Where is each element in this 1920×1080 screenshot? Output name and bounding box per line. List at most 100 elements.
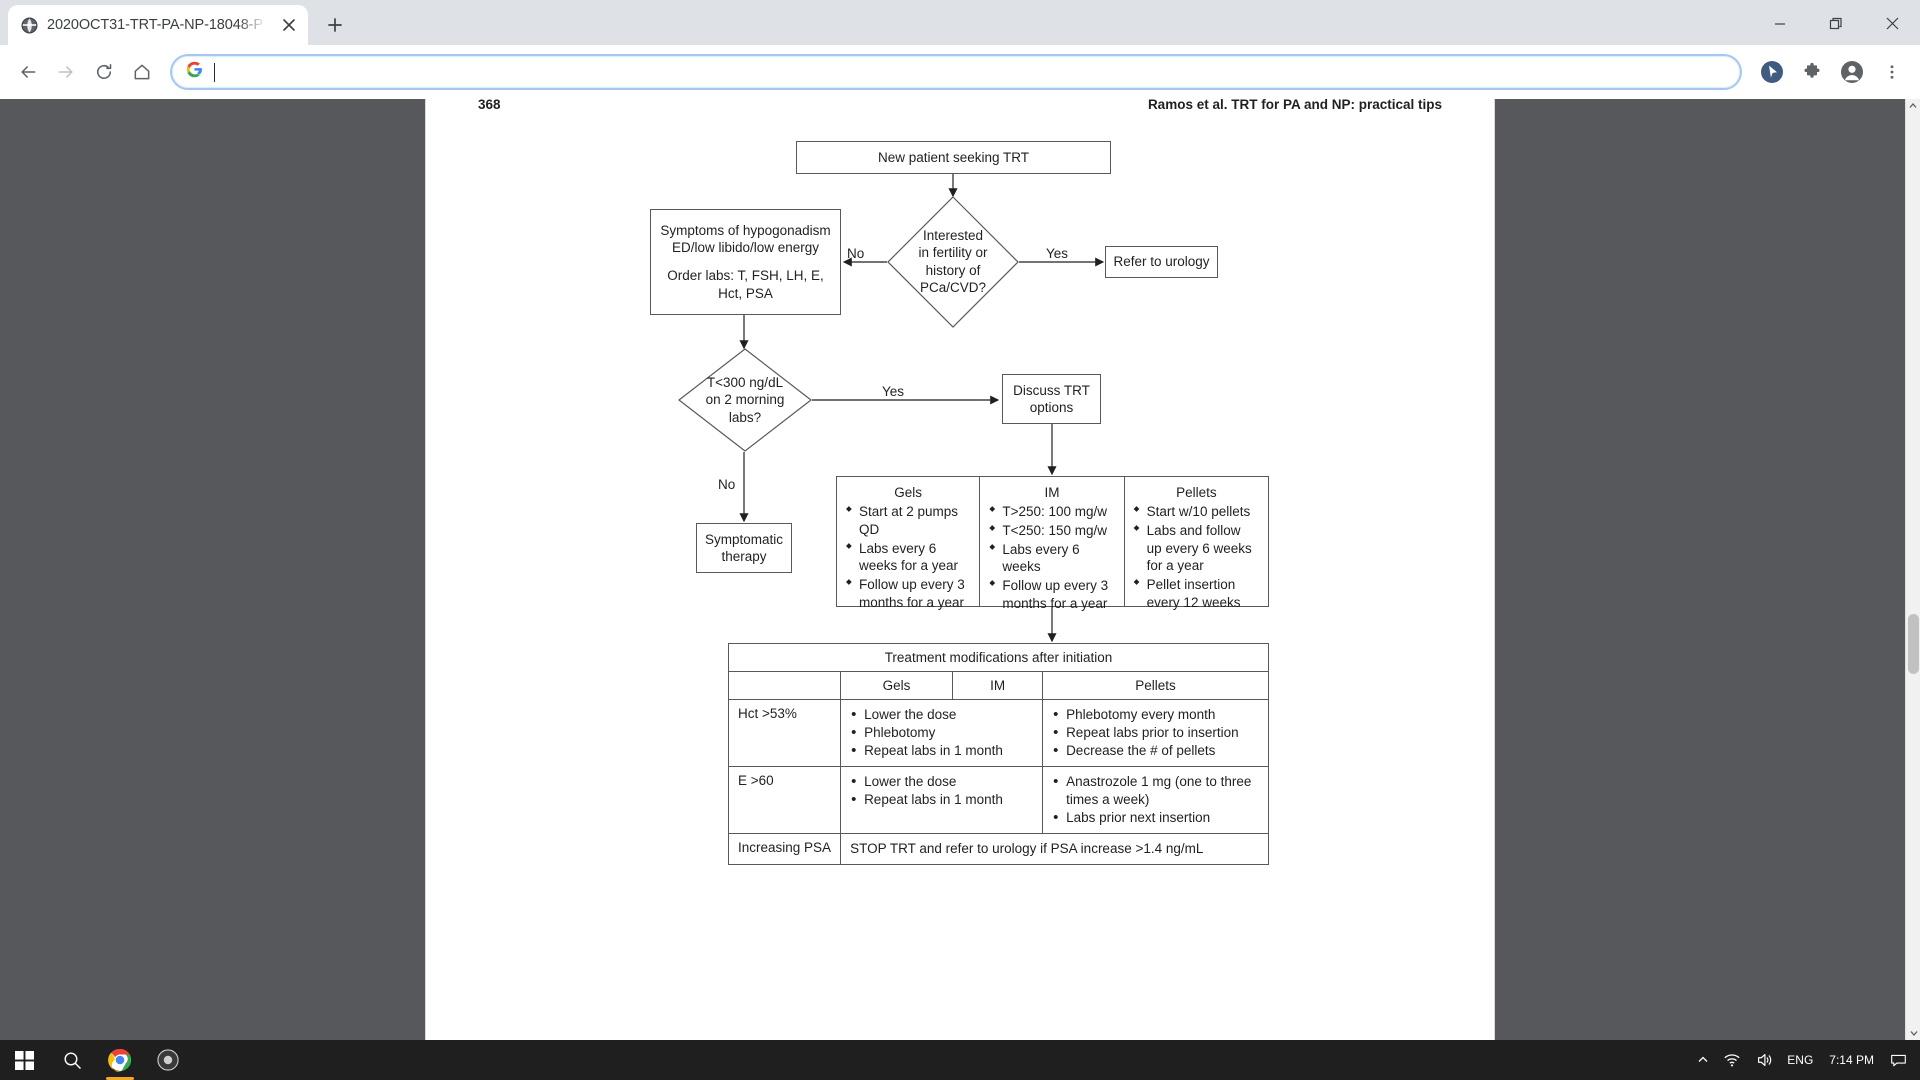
app-icon[interactable] xyxy=(144,1040,192,1080)
minimize-icon[interactable] xyxy=(1752,0,1808,47)
option-item: Start w/10 pellets xyxy=(1134,503,1259,521)
speaker-icon[interactable] xyxy=(1748,1040,1780,1080)
decision1-line-4: PCa/CVD? xyxy=(919,280,987,296)
globe-icon xyxy=(21,17,38,34)
row-psa-text: STOP TRT and refer to urology if PSA inc… xyxy=(840,832,1269,865)
cursor-extension-icon[interactable] xyxy=(1754,54,1790,90)
discuss-line-1: Discuss TRT xyxy=(1013,382,1090,398)
list-item: Decrease the # of pellets xyxy=(1052,741,1259,761)
option-column-im: IM T>250: 100 mg/w T<250: 150 mg/w Labs … xyxy=(980,476,1125,611)
treatment-options-box: Gels Start at 2 pumps QD Labs every 6 we… xyxy=(836,475,1269,611)
back-arrow-icon[interactable] xyxy=(10,54,46,90)
option-item: Pellet insertion every 12 weeks xyxy=(1134,576,1259,612)
new-tab-button[interactable] xyxy=(318,8,352,42)
tab-strip: 2020OCT31-TRT-PA-NP-18048-P xyxy=(0,0,1920,47)
edge-label-no-1: No xyxy=(847,245,865,261)
list-item: Repeat labs in 1 month xyxy=(850,790,1033,810)
option-list-im: T>250: 100 mg/w T<250: 150 mg/w Labs eve… xyxy=(989,503,1114,613)
symptomatic-line-1: Symptomatic xyxy=(704,531,784,547)
table-header-im: IM xyxy=(952,670,1044,700)
decision-interested-fertility: Interested in fertility or history of PC… xyxy=(887,196,1019,328)
scrollbar-thumb[interactable] xyxy=(1908,613,1919,674)
address-bar[interactable] xyxy=(170,54,1742,91)
row-e-gels-im: Lower the dose Repeat labs in 1 month xyxy=(840,765,1044,834)
discuss-line-2: options xyxy=(1029,399,1074,415)
puzzle-icon[interactable] xyxy=(1794,54,1830,90)
table-title-row: Treatment modifications after initiation xyxy=(728,642,1269,672)
notifications-icon[interactable] xyxy=(1883,1040,1914,1080)
decision-low-testosterone: T<300 ng/dL on 2 morning labs? xyxy=(678,348,812,452)
list-item: Lower the dose xyxy=(850,772,1033,792)
node-new-patient-text: New patient seeking TRT xyxy=(877,149,1030,165)
row-label-psa: Increasing PSA xyxy=(727,832,842,865)
show-hidden-icons-icon[interactable] xyxy=(1690,1040,1716,1080)
chrome-icon[interactable] xyxy=(96,1040,144,1080)
profile-avatar-icon[interactable] xyxy=(1834,54,1870,90)
decision2-line-1: T<300 ng/dL xyxy=(706,374,784,390)
edge-label-yes-1: Yes xyxy=(1046,245,1069,261)
option-item: Labs and follow up every 6 weeks for a y… xyxy=(1134,522,1259,575)
list-item: Anastrozole 1 mg (one to three times a w… xyxy=(1052,772,1259,809)
browser-tab[interactable]: 2020OCT31-TRT-PA-NP-18048-P xyxy=(8,5,308,46)
page-viewport: 368 Ramos et al. TRT for PA and NP: prac… xyxy=(0,98,1920,1041)
node-symptoms: Symptoms of hypogonadism ED/low libido/l… xyxy=(650,208,841,315)
option-title-pellets: Pellets xyxy=(1176,484,1217,500)
windows-start-icon[interactable] xyxy=(0,1040,48,1080)
table-header-row: Gels IM Pellets xyxy=(727,670,1269,700)
language-label: ENG xyxy=(1787,1053,1814,1067)
wifi-icon[interactable] xyxy=(1716,1040,1748,1080)
pdf-page: 368 Ramos et al. TRT for PA and NP: prac… xyxy=(426,98,1494,1041)
row-label-e: E >60 xyxy=(727,765,842,834)
option-item: Follow up every 3 months for a year xyxy=(846,576,970,612)
decision1-line-2: in fertility or xyxy=(918,245,988,261)
table-header-blank xyxy=(727,670,842,700)
decision1-line-3: history of xyxy=(925,262,981,278)
list-item: Phlebotomy xyxy=(850,723,1033,743)
option-list-gels: Start at 2 pumps QD Labs every 6 weeks f… xyxy=(846,503,970,612)
option-item: Labs every 6 weeks for a year xyxy=(846,540,970,576)
table-row: Increasing PSA STOP TRT and refer to uro… xyxy=(727,832,1269,865)
list-item: Labs prior next insertion xyxy=(1052,808,1259,828)
list-item: Repeat labs in 1 month xyxy=(850,741,1033,761)
page-content: 368 Ramos et al. TRT for PA and NP: prac… xyxy=(426,99,1494,1040)
scroll-down-arrow[interactable] xyxy=(1906,1025,1920,1040)
option-item: T<250: 150 mg/w xyxy=(989,522,1114,540)
option-column-pellets: Pellets Start w/10 pellets Labs and foll… xyxy=(1125,477,1268,610)
table-header-pellets: Pellets xyxy=(1042,670,1269,700)
page-scrollbar[interactable] xyxy=(1905,98,1920,1041)
flowchart: New patient seeking TRT Interested in fe… xyxy=(426,99,1494,1040)
list-item: Repeat labs prior to insertion xyxy=(1052,723,1259,743)
edge-label-no-2: No xyxy=(718,476,736,492)
browser-toolbar xyxy=(0,45,1920,99)
row-label-hct: Hct >53% xyxy=(727,698,842,767)
maximize-icon[interactable] xyxy=(1808,0,1864,47)
table-title: Treatment modifications after initiation xyxy=(728,642,1269,672)
search-icon[interactable] xyxy=(48,1040,96,1080)
decision-low-testosterone-label: T<300 ng/dL on 2 morning labs? xyxy=(678,348,812,452)
symptoms-line-5: Hct, PSA xyxy=(718,285,773,301)
taskbar-clock[interactable]: 7:14 PM xyxy=(1820,1040,1883,1080)
option-item: Start at 2 pumps QD xyxy=(846,503,970,539)
node-symptomatic-therapy: Symptomatic therapy xyxy=(696,522,792,573)
option-item: Labs every 6 weeks xyxy=(989,541,1114,577)
home-icon[interactable] xyxy=(124,54,160,90)
scroll-up-arrow[interactable] xyxy=(1906,99,1920,114)
edge-label-yes-2: Yes xyxy=(882,383,905,399)
decision-interested-fertility-label: Interested in fertility or history of PC… xyxy=(887,196,1019,328)
google-g-icon xyxy=(186,61,203,83)
symptoms-line-1: Symptoms of hypogonadism xyxy=(660,222,831,238)
three-dot-menu-icon[interactable] xyxy=(1874,54,1910,90)
language-indicator[interactable]: ENG xyxy=(1780,1040,1820,1080)
decision2-line-3: labs? xyxy=(728,409,762,425)
address-bar-caret xyxy=(214,62,215,82)
reload-icon[interactable] xyxy=(86,54,122,90)
node-discuss-trt-options: Discuss TRT options xyxy=(1002,373,1101,424)
table-row: E >60 Lower the dose Repeat labs in 1 mo… xyxy=(727,765,1269,834)
table-header-gels: Gels xyxy=(840,670,954,700)
tab-title: 2020OCT31-TRT-PA-NP-18048-P xyxy=(47,17,263,34)
forward-arrow-icon[interactable] xyxy=(48,54,84,90)
treatment-modifications-table: Treatment modifications after initiation… xyxy=(727,642,1269,865)
close-icon[interactable] xyxy=(1864,0,1920,47)
close-icon[interactable] xyxy=(278,14,300,36)
option-title-im: IM xyxy=(1044,484,1060,500)
